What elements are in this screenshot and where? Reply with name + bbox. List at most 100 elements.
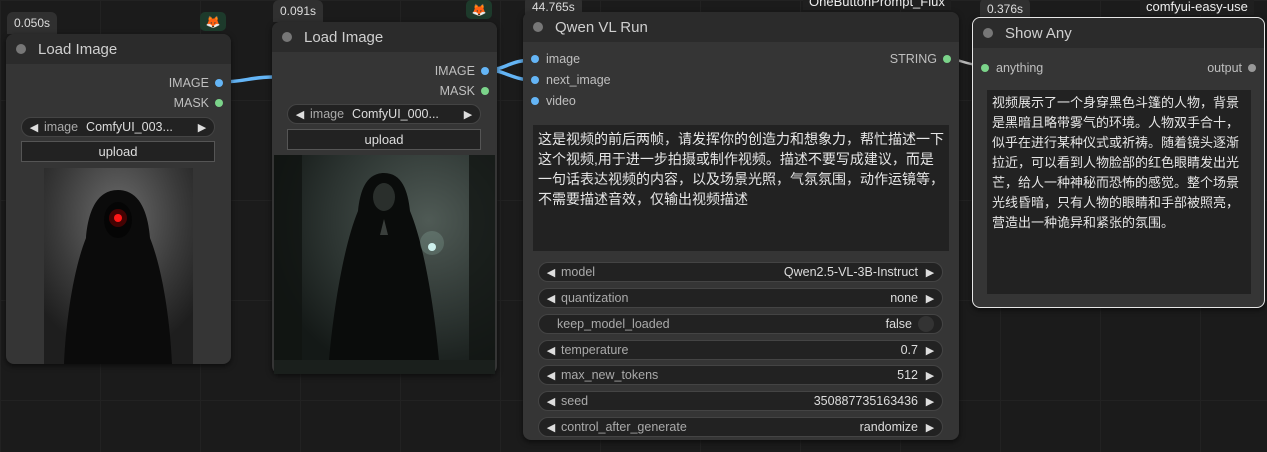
output-port-dot[interactable] — [943, 55, 951, 63]
input-port-dot[interactable] — [981, 64, 989, 72]
widget-label: quantization — [561, 291, 629, 305]
node-title[interactable]: Qwen VL Run — [523, 12, 959, 42]
load-image-node-1[interactable]: Load Image IMAGE MASK ◀ image ComfyUI_00… — [6, 34, 231, 364]
widget-value: none — [890, 291, 918, 305]
node-title-text: Load Image — [38, 40, 118, 58]
upload-button[interactable]: upload — [287, 129, 481, 150]
widget-value: 512 — [897, 368, 918, 382]
output-string[interactable]: STRING — [890, 52, 951, 66]
port-label: next_image — [546, 73, 611, 87]
fox-icon: 🦊 — [466, 0, 492, 19]
output-mask[interactable]: MASK — [174, 96, 223, 110]
collapse-dot-icon[interactable] — [533, 22, 543, 32]
widget-label: image — [44, 120, 79, 134]
input-port-dot[interactable] — [531, 97, 539, 105]
preview-image — [44, 168, 193, 364]
extension-tag: OneButtonPrompt_Flux — [803, 0, 951, 10]
widget-value: ComfyUI_003... — [86, 120, 173, 134]
widget-value: ComfyUI_000... — [352, 107, 439, 121]
arrow-left-icon[interactable]: ◀ — [294, 108, 306, 121]
port-label: anything — [996, 61, 1044, 75]
output-textarea[interactable]: 视频展示了一个身穿黑色斗篷的人物，背景是黑暗且略带雾气的环境。人物双手合十，似乎… — [987, 90, 1251, 294]
image-select[interactable]: ◀ image ComfyUI_000... ▶ — [287, 104, 481, 124]
arrow-right-icon[interactable]: ▶ — [462, 108, 474, 121]
output-port-dot[interactable] — [1248, 64, 1256, 72]
node-timer: 0.050s — [7, 12, 58, 34]
toggle-knob-icon[interactable] — [918, 316, 934, 332]
port-label: MASK — [173, 96, 209, 110]
prompt-textarea[interactable]: 这是视频的前后两帧，请发挥你的创造力和想象力，帮忙描述一下这个视频,用于进一步拍… — [533, 125, 949, 251]
widget-label: temperature — [561, 343, 629, 357]
node-title[interactable]: Show Any — [973, 18, 1264, 48]
arrow-right-icon[interactable]: ▶ — [924, 369, 936, 382]
input-anything[interactable]: anything — [981, 61, 1043, 75]
control-after-generate-select[interactable]: ◀ control_after_generate randomize ▶ — [538, 417, 943, 437]
output-mask[interactable]: MASK — [440, 84, 489, 98]
node-timer: 0.091s — [273, 0, 324, 22]
port-label: IMAGE — [168, 76, 209, 90]
widget-label: image — [310, 107, 345, 121]
arrow-left-icon[interactable]: ◀ — [545, 421, 557, 434]
arrow-right-icon[interactable]: ▶ — [924, 292, 936, 305]
collapse-dot-icon[interactable] — [282, 32, 292, 42]
widget-label: model — [561, 265, 596, 279]
arrow-right-icon[interactable]: ▶ — [924, 266, 936, 279]
widget-label: seed — [561, 394, 589, 408]
node-title-text: Qwen VL Run — [555, 18, 648, 36]
arrow-right-icon[interactable]: ▶ — [196, 121, 208, 134]
node-title[interactable]: Load Image — [6, 34, 231, 64]
model-select[interactable]: ◀ model Qwen2.5-VL-3B-Instruct ▶ — [538, 262, 943, 282]
arrow-right-icon[interactable]: ▶ — [924, 421, 936, 434]
node-title-text: Show Any — [1005, 24, 1072, 42]
keep-model-loaded-toggle[interactable]: keep_model_loaded false — [538, 314, 943, 334]
port-label: output — [1207, 61, 1242, 75]
temperature-input[interactable]: ◀ temperature 0.7 ▶ — [538, 340, 943, 360]
output-output[interactable]: output — [1207, 61, 1256, 75]
widget-label: control_after_generate — [561, 420, 687, 434]
quantization-select[interactable]: ◀ quantization none ▶ — [538, 288, 943, 308]
max-new-tokens-input[interactable]: ◀ max_new_tokens 512 ▶ — [538, 365, 943, 385]
widget-value: 0.7 — [900, 343, 918, 357]
widget-value: false — [885, 317, 912, 331]
port-label: image — [546, 52, 581, 66]
output-port-dot[interactable] — [481, 87, 489, 95]
output-port-dot[interactable] — [215, 79, 223, 87]
extension-tag: comfyui-easy-use — [1140, 0, 1254, 15]
widget-label: max_new_tokens — [561, 368, 659, 382]
input-port-dot[interactable] — [531, 55, 539, 63]
port-label: IMAGE — [434, 64, 475, 78]
load-image-node-2[interactable]: Load Image IMAGE MASK ◀ image ComfyUI_00… — [272, 22, 497, 374]
input-next-image[interactable]: next_image — [531, 73, 611, 87]
output-port-dot[interactable] — [215, 99, 223, 107]
output-port-dot[interactable] — [481, 67, 489, 75]
widget-label: keep_model_loaded — [557, 317, 670, 331]
widget-value: randomize — [859, 420, 918, 434]
node-title[interactable]: Load Image — [272, 22, 497, 52]
arrow-right-icon[interactable]: ▶ — [924, 344, 936, 357]
seed-input[interactable]: ◀ seed 350887735163436 ▶ — [538, 391, 943, 411]
arrow-right-icon[interactable]: ▶ — [924, 395, 936, 408]
arrow-left-icon[interactable]: ◀ — [545, 266, 557, 279]
collapse-dot-icon[interactable] — [16, 44, 26, 54]
arrow-left-icon[interactable]: ◀ — [28, 121, 40, 134]
input-image[interactable]: image — [531, 52, 580, 66]
fox-icon: 🦊 — [200, 12, 226, 31]
arrow-left-icon[interactable]: ◀ — [545, 369, 557, 382]
qwen-vl-run-node[interactable]: Qwen VL Run image next_image video STRIN… — [523, 12, 959, 440]
widget-value: Qwen2.5-VL-3B-Instruct — [783, 265, 918, 279]
collapse-dot-icon[interactable] — [983, 28, 993, 38]
preview-image — [274, 155, 495, 374]
output-image[interactable]: IMAGE — [169, 76, 223, 90]
input-video[interactable]: video — [531, 94, 576, 108]
arrow-left-icon[interactable]: ◀ — [545, 344, 557, 357]
input-port-dot[interactable] — [531, 76, 539, 84]
upload-button[interactable]: upload — [21, 141, 215, 162]
arrow-left-icon[interactable]: ◀ — [545, 292, 557, 305]
port-label: MASK — [439, 84, 475, 98]
image-select[interactable]: ◀ image ComfyUI_003... ▶ — [21, 117, 215, 137]
port-label: video — [546, 94, 576, 108]
show-any-node[interactable]: Show Any anything output 视频展示了一个身穿黑色斗篷的人… — [972, 17, 1265, 308]
output-image[interactable]: IMAGE — [435, 64, 489, 78]
arrow-left-icon[interactable]: ◀ — [545, 395, 557, 408]
widget-value: 350887735163436 — [813, 394, 918, 408]
